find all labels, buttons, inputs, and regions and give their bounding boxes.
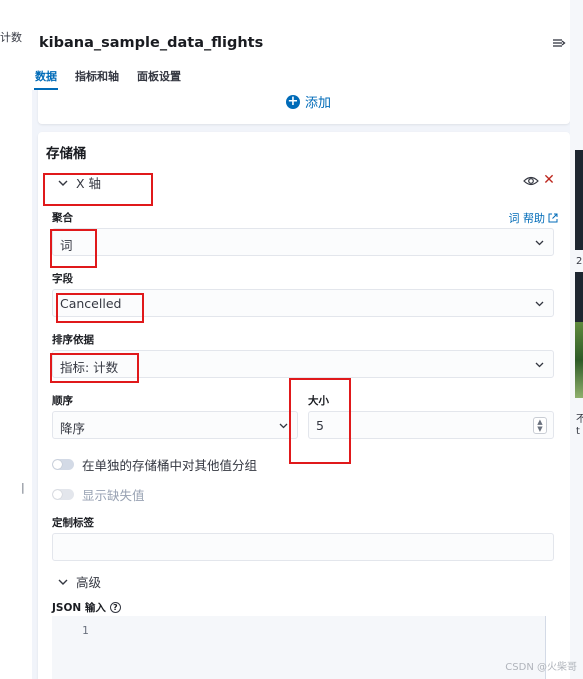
advanced-label: 高级 [76, 575, 102, 590]
show-missing-label: 显示缺失值 [82, 488, 145, 503]
add-card: + 添加 [38, 90, 570, 124]
highlight-box [50, 353, 139, 383]
editor-panel: kibana_sample_data_flights 数据 指标和轴 面板设置 … [24, 0, 570, 679]
editor-tabs: 数据 指标和轴 面板设置 [34, 68, 182, 90]
order-value: 降序 [60, 421, 86, 436]
custom-label-label: 定制标签 [52, 517, 94, 529]
question-icon[interactable]: ? [109, 602, 121, 613]
highlight-box [50, 229, 97, 268]
add-button[interactable]: + 添加 [286, 92, 331, 111]
eye-icon[interactable] [523, 173, 539, 189]
line-number: 1 [82, 624, 89, 637]
group-other-label: 在单独的存储桶中对其他值分组 [82, 458, 258, 473]
toggle-switch[interactable] [52, 459, 74, 470]
json-input-label: JSON 输入 ? [52, 600, 121, 615]
aggregation-select[interactable]: 词 [52, 228, 554, 256]
order-select[interactable]: 降序 [52, 411, 298, 439]
field-label: 字段 [52, 273, 73, 285]
custom-label-input[interactable] [52, 533, 554, 561]
buckets-title: 存储桶 [46, 146, 87, 162]
collapse-icon[interactable] [552, 36, 566, 50]
help-link-label: 词 帮助 [508, 212, 546, 225]
show-missing-toggle[interactable]: 显示缺失值 [52, 485, 145, 504]
advanced-toggle[interactable]: 高级 [58, 572, 101, 591]
chevron-down-icon [535, 240, 544, 246]
chevron-down-icon [279, 423, 288, 429]
chevron-down-icon [535, 301, 544, 307]
tab-metrics-axes[interactable]: 指标和轴 [74, 68, 120, 90]
chevron-down-icon [58, 579, 68, 585]
left-strip: 计数 || [0, 0, 28, 679]
highlight-box [43, 173, 153, 206]
background-text: 2 [576, 256, 583, 267]
count-label: 计数 [0, 31, 22, 44]
remove-icon[interactable]: ✕ [541, 172, 557, 188]
background-text: 不 [576, 414, 583, 425]
watermark: CSDN @火柴哥 [505, 662, 577, 673]
aggregation-help-link[interactable]: 词 帮助 [509, 210, 559, 226]
external-link-icon [548, 213, 558, 223]
background-panel [575, 150, 583, 250]
highlight-box [289, 378, 351, 464]
aggregation-label: 聚合 [52, 212, 73, 224]
right-strip: 2 不 t [570, 0, 583, 679]
background-text: t [576, 426, 580, 437]
index-pattern-title: kibana_sample_data_flights [39, 35, 264, 51]
tab-panel-settings[interactable]: 面板设置 [136, 68, 182, 90]
json-input-label-text: JSON 输入 [52, 602, 106, 614]
toggle-switch[interactable] [52, 489, 74, 500]
background-panel [575, 272, 583, 322]
chevron-down-icon [535, 362, 544, 368]
highlight-box [56, 293, 144, 323]
number-stepper-icon[interactable]: ▲ ▼ [533, 417, 547, 434]
background-image [575, 322, 583, 398]
order-by-label: 排序依据 [52, 334, 94, 346]
group-other-toggle[interactable]: 在单独的存储桶中对其他值分组 [52, 455, 257, 474]
tab-data[interactable]: 数据 [34, 68, 58, 90]
order-label: 顺序 [52, 395, 73, 407]
plus-circle-icon: + [286, 93, 300, 109]
json-editor[interactable]: 1 [52, 616, 557, 679]
add-label: 添加 [305, 96, 332, 111]
